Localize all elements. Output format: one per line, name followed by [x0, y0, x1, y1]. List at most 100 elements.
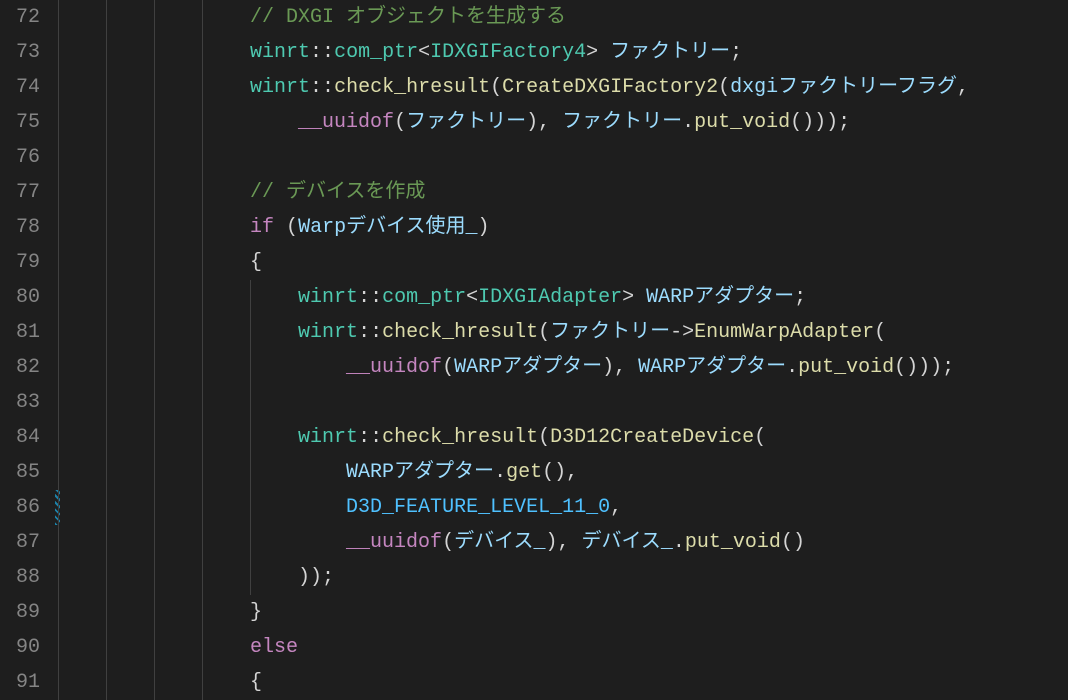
token: :: [358, 321, 382, 344]
code-line[interactable]: winrt::check_hresult(ファクトリー->EnumWarpAda… [58, 315, 1068, 350]
token: > [586, 41, 610, 64]
token: < [466, 286, 478, 309]
line-number: 78 [0, 210, 40, 245]
line-number: 72 [0, 0, 40, 35]
indent-guide [250, 280, 251, 595]
token: __uuidof [346, 531, 442, 554]
code-line[interactable]: { [58, 665, 1068, 700]
token: ( [718, 76, 730, 99]
line-number: 76 [0, 140, 40, 175]
token: // デバイスを作成 [250, 181, 425, 204]
code-editor[interactable]: 7273747576777879808182838485868788899091… [0, 0, 1068, 678]
token: ), [602, 356, 638, 379]
token: WARPアダプター [346, 461, 494, 484]
token: com_ptr [382, 286, 466, 309]
indent-guide [202, 0, 203, 700]
line-number: 91 [0, 665, 40, 700]
code-line[interactable]: if (Warpデバイス使用_) [58, 210, 1068, 245]
line-number: 77 [0, 175, 40, 210]
token: デバイス_ [454, 531, 545, 554]
token: if [250, 216, 274, 239]
token: WARPアダプター [638, 356, 786, 379]
token: ( [874, 321, 886, 344]
code-line[interactable]: __uuidof(ファクトリー), ファクトリー.put_void())); [58, 105, 1068, 140]
code-line[interactable]: )); [58, 560, 1068, 595]
token: winrt [250, 76, 310, 99]
code-line[interactable]: winrt::check_hresult(CreateDXGIFactory2(… [58, 70, 1068, 105]
token: ) [477, 216, 489, 239]
token: )); [298, 566, 334, 589]
token: ファクトリー [406, 111, 526, 134]
code-line[interactable]: D3D_FEATURE_LEVEL_11_0, [58, 490, 1068, 525]
token: ファクトリー [610, 41, 730, 64]
token: デバイス_ [582, 531, 673, 554]
token: ( [538, 321, 550, 344]
code-line[interactable]: // デバイスを作成 [58, 175, 1068, 210]
token: IDXGIAdapter [478, 286, 622, 309]
token: ())); [894, 356, 954, 379]
line-number: 89 [0, 595, 40, 630]
token: get [506, 461, 542, 484]
token: ), [545, 531, 581, 554]
token: check_hresult [334, 76, 490, 99]
token: ( [442, 531, 454, 554]
code-line[interactable]: // DXGI オブジェクトを生成する [58, 0, 1068, 35]
code-line[interactable] [58, 385, 1068, 420]
code-line[interactable]: winrt::com_ptr<IDXGIFactory4> ファクトリー; [58, 35, 1068, 70]
token: EnumWarpAdapter [694, 321, 874, 344]
token: winrt [250, 41, 310, 64]
code-line[interactable]: { [58, 245, 1068, 280]
token: . [682, 111, 694, 134]
indent [58, 426, 298, 449]
code-area[interactable]: // DXGI オブジェクトを生成する winrt::com_ptr<IDXGI… [58, 0, 1068, 678]
token: D3D12CreateDevice [550, 426, 754, 449]
code-line[interactable]: winrt::check_hresult(D3D12CreateDevice( [58, 420, 1068, 455]
token: WARPアダプター [454, 356, 602, 379]
token: com_ptr [334, 41, 418, 64]
line-number: 79 [0, 245, 40, 280]
code-line[interactable]: WARPアダプター.get(), [58, 455, 1068, 490]
token: , [957, 76, 969, 99]
token: check_hresult [382, 426, 538, 449]
code-line[interactable]: winrt::com_ptr<IDXGIAdapter> WARPアダプター; [58, 280, 1068, 315]
code-line[interactable]: else [58, 630, 1068, 665]
line-number: 85 [0, 455, 40, 490]
token: { [250, 251, 262, 274]
token: ( [394, 111, 406, 134]
line-number: 87 [0, 525, 40, 560]
token: ( [442, 356, 454, 379]
line-number: 74 [0, 70, 40, 105]
token: { [250, 671, 262, 694]
token: :: [310, 41, 334, 64]
line-number: 80 [0, 280, 40, 315]
code-line[interactable]: } [58, 595, 1068, 630]
token: put_void [685, 531, 781, 554]
line-number: 84 [0, 420, 40, 455]
token: < [418, 41, 430, 64]
code-line[interactable]: __uuidof(WARPアダプター), WARPアダプター.put_void(… [58, 350, 1068, 385]
token: put_void [798, 356, 894, 379]
line-number: 82 [0, 350, 40, 385]
code-line[interactable] [58, 140, 1068, 175]
token: put_void [694, 111, 790, 134]
indent-guide [58, 0, 59, 700]
indent [58, 286, 298, 309]
token: ; [794, 286, 806, 309]
line-number: 75 [0, 105, 40, 140]
code-line[interactable]: __uuidof(デバイス_), デバイス_.put_void() [58, 525, 1068, 560]
token: :: [358, 426, 382, 449]
line-number: 88 [0, 560, 40, 595]
token: ; [730, 41, 742, 64]
token: // DXGI オブジェクトを生成する [250, 6, 566, 29]
token: ), [526, 111, 562, 134]
token: :: [358, 286, 382, 309]
token: } [250, 601, 262, 624]
token: ())); [790, 111, 850, 134]
token: winrt [298, 321, 358, 344]
line-number-gutter: 7273747576777879808182838485868788899091 [0, 0, 58, 678]
token: __uuidof [298, 111, 394, 134]
indent [58, 566, 298, 589]
token: Warpデバイス使用_ [298, 216, 477, 239]
token: ファクトリー [550, 321, 670, 344]
token: WARPアダプター [646, 286, 794, 309]
